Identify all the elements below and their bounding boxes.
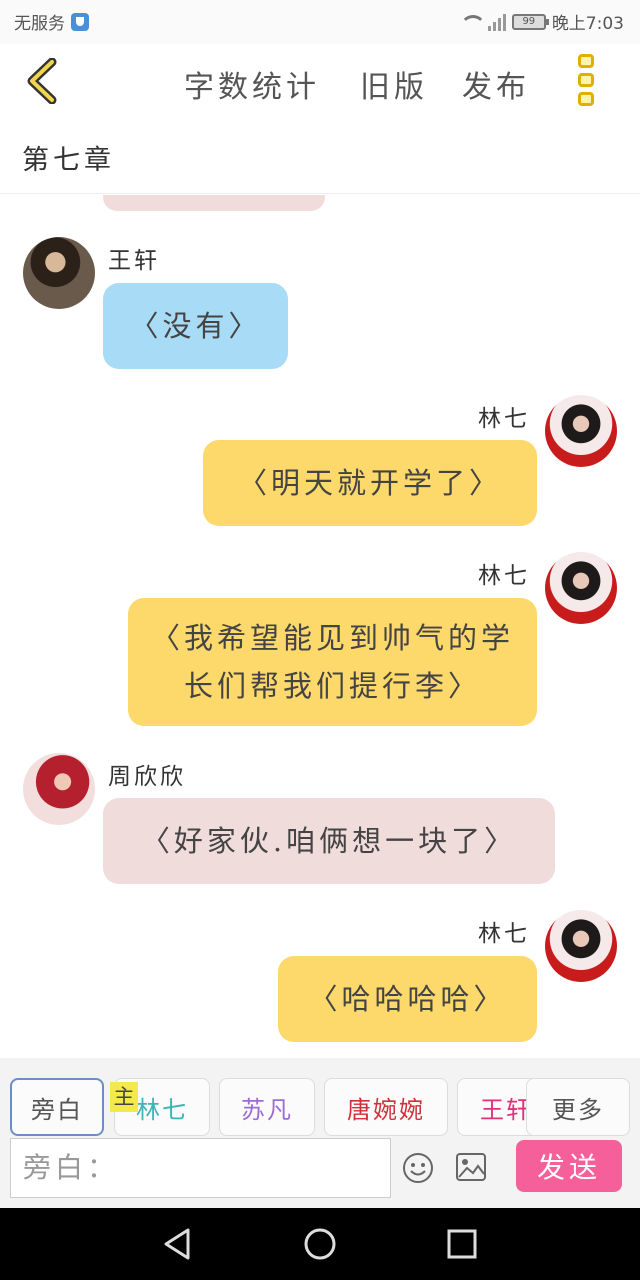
- partial-bubble: [103, 195, 325, 211]
- avatar[interactable]: [23, 237, 95, 309]
- status-bar: 无服务 99 晚上7:03: [0, 0, 640, 44]
- avatar[interactable]: [545, 395, 617, 467]
- sender-name: 林七: [478, 921, 530, 947]
- input-row: 旁白： 发送: [0, 1138, 640, 1202]
- back-arrow-icon[interactable]: [22, 58, 62, 104]
- publish-button[interactable]: 发布: [462, 62, 530, 106]
- signal-icon: [487, 13, 506, 31]
- message-input[interactable]: 旁白：: [10, 1138, 391, 1198]
- chat-area[interactable]: 王轩 〈没有〉 林七 〈明天就开学了〉 林七 〈我希望能见到帅气的学长们帮我们提…: [0, 195, 640, 1057]
- role-chip-sufan[interactable]: 苏凡: [219, 1078, 315, 1136]
- role-chip-narrator[interactable]: 旁白: [10, 1078, 104, 1136]
- battery-icon: 99: [511, 13, 549, 30]
- message-bubble[interactable]: 〈没有〉: [103, 283, 288, 369]
- system-nav-bar: [0, 1208, 640, 1280]
- sender-name: 林七: [478, 563, 530, 589]
- compose-panel: 旁白 林七 苏凡 唐婉婉 王轩 更多 主 旁白： 发送: [0, 1058, 640, 1208]
- role-chip-tangwanwan[interactable]: 唐婉婉: [324, 1078, 448, 1136]
- chapter-title[interactable]: 第七章: [22, 138, 115, 177]
- back-triangle-icon[interactable]: [160, 1226, 196, 1262]
- status-right: 99 晚上7:03: [458, 9, 624, 34]
- recents-square-icon[interactable]: [444, 1226, 480, 1262]
- emoji-icon[interactable]: [402, 1152, 434, 1184]
- wifi-icon: [458, 13, 486, 31]
- more-roles-button[interactable]: 更多: [526, 1078, 630, 1136]
- old-version-button[interactable]: 旧版: [360, 62, 428, 106]
- more-menu-icon[interactable]: [578, 54, 598, 106]
- main-role-tag: 主: [110, 1082, 138, 1112]
- message-bubble[interactable]: 〈我希望能见到帅气的学长们帮我们提行李〉: [128, 598, 537, 726]
- shield-icon: [71, 12, 89, 31]
- status-left: 无服务: [14, 9, 89, 34]
- word-count-button[interactable]: 字数统计: [184, 62, 320, 106]
- sender-name: 王轩: [108, 248, 160, 274]
- sender-name: 周欣欣: [108, 764, 186, 790]
- clock: 晚上7:03: [551, 14, 624, 34]
- chapter-bar: 第七章: [0, 120, 640, 194]
- role-selector: 旁白 林七 苏凡 唐婉婉 王轩 更多: [0, 1078, 640, 1138]
- message-bubble[interactable]: 〈好家伙.咱俩想一块了〉: [103, 798, 555, 884]
- input-prefix: 旁白：: [23, 1151, 120, 1184]
- carrier-text: 无服务: [14, 14, 65, 34]
- sender-name: 林七: [478, 406, 530, 432]
- avatar[interactable]: [23, 753, 95, 825]
- message-bubble[interactable]: 〈哈哈哈哈〉: [278, 956, 537, 1042]
- message-bubble[interactable]: 〈明天就开学了〉: [203, 440, 537, 526]
- home-circle-icon[interactable]: [302, 1226, 338, 1262]
- image-icon[interactable]: [455, 1152, 487, 1182]
- avatar[interactable]: [545, 910, 617, 982]
- avatar[interactable]: [545, 552, 617, 624]
- send-button[interactable]: 发送: [516, 1140, 622, 1192]
- top-toolbar: 字数统计 旧版 发布: [0, 44, 640, 120]
